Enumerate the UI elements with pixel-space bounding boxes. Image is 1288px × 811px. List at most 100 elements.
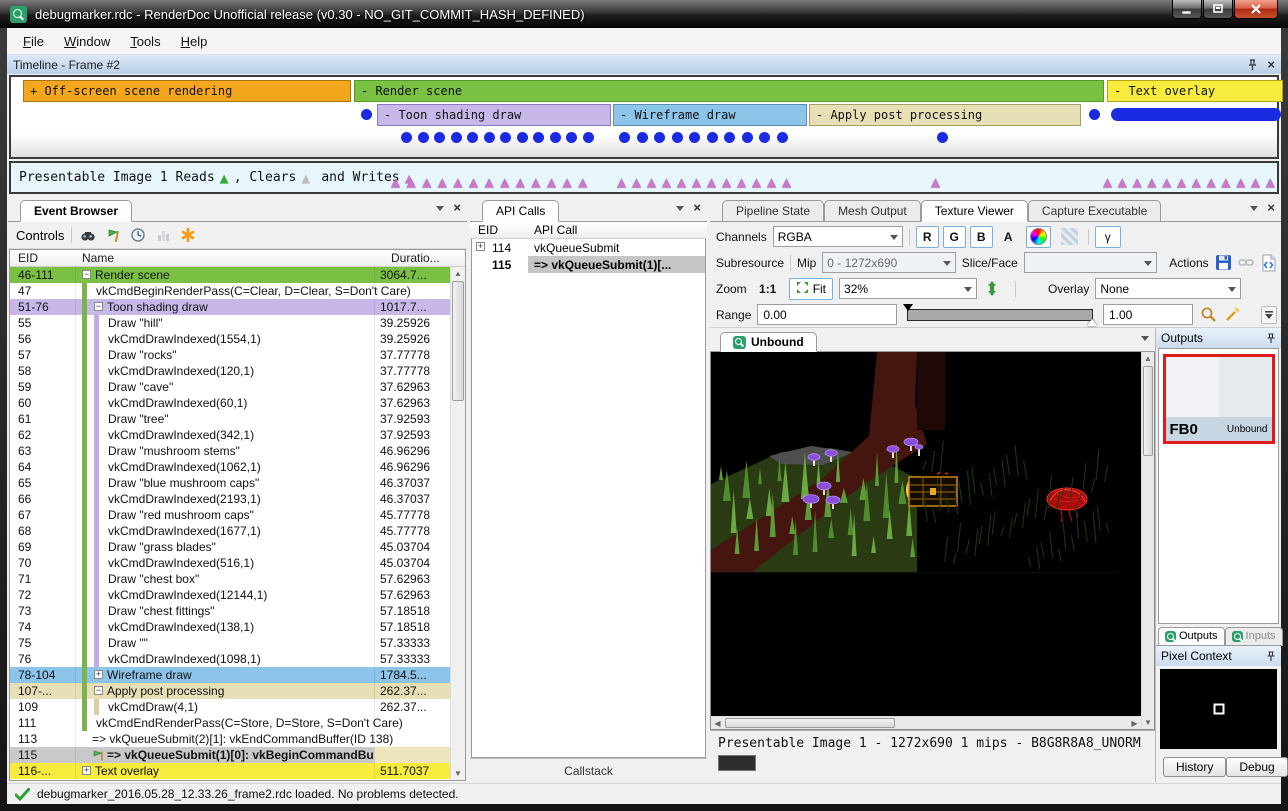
table-row[interactable]: 58vkCmdDrawIndexed(120,1)37.77778 — [10, 363, 450, 379]
table-row[interactable]: 69Draw "grass blades"45.03704 — [10, 539, 450, 555]
channel-g-toggle[interactable]: G — [943, 226, 966, 248]
timeline-bar[interactable]: - Text overlay — [1107, 80, 1283, 102]
table-row[interactable]: 76vkCmdDrawIndexed(1098,1)57.33333 — [10, 651, 450, 667]
channel-a-toggle[interactable]: A — [997, 226, 1020, 248]
find-icon[interactable] — [79, 226, 97, 244]
overlay-select[interactable]: None — [1095, 278, 1241, 299]
close-icon[interactable]: × — [1267, 203, 1275, 213]
event-browser-scrollbar[interactable]: ▲ ▼ — [450, 267, 465, 780]
menu-file[interactable]: File — [13, 31, 54, 52]
table-row[interactable]: 66vkCmdDrawIndexed(2193,1)46.37037 — [10, 491, 450, 507]
pin-icon[interactable] — [1266, 651, 1276, 662]
star-icon[interactable] — [179, 226, 197, 244]
stats-icon[interactable] — [154, 226, 172, 244]
table-row[interactable]: 63Draw "mushroom stems"46.96296 — [10, 443, 450, 459]
scrollbar-thumb[interactable] — [725, 718, 895, 728]
texture-hscroll[interactable]: ◀ ▶ — [711, 716, 1141, 729]
table-row[interactable]: 78-104+Wireframe draw1784.5... — [10, 667, 450, 683]
range-max-field[interactable]: 1.00 — [1103, 304, 1193, 325]
fb0-thumbnail[interactable]: FB0 Unbound — [1163, 354, 1275, 444]
channels-select[interactable]: RGBA — [773, 226, 903, 247]
chevron-down-icon[interactable] — [436, 206, 444, 211]
checkerboard-toggle[interactable] — [1057, 226, 1082, 248]
tab-texture-viewer[interactable]: Texture Viewer — [921, 200, 1028, 222]
table-row[interactable]: 111vkCmdEndRenderPass(C=Store, D=Store, … — [10, 715, 450, 731]
tab-api-calls[interactable]: API Calls — [482, 200, 559, 222]
gamma-toggle[interactable]: γ — [1095, 226, 1121, 248]
range-min-field[interactable]: 0.00 — [757, 304, 897, 325]
channel-b-toggle[interactable]: B — [970, 226, 993, 248]
expand-toggle[interactable]: + — [94, 670, 103, 679]
timeline-bar[interactable]: - Toon shading draw — [377, 104, 611, 126]
range-max-handle[interactable] — [1087, 319, 1097, 326]
table-row[interactable]: 64vkCmdDrawIndexed(1062,1)46.96296 — [10, 459, 450, 475]
tab-outputs[interactable]: Outputs — [1158, 627, 1225, 645]
table-row[interactable]: 51-76−Toon shading draw1017.7... — [10, 299, 450, 315]
table-row[interactable]: 65Draw "blue mushroom caps"46.37037 — [10, 475, 450, 491]
table-row[interactable]: 115=> vkQueueSubmit(1)[0]: vkBeginComman… — [10, 747, 450, 763]
scrollbar-thumb[interactable] — [452, 281, 464, 401]
clock-icon[interactable] — [129, 226, 147, 244]
table-row[interactable]: 59Draw "cave"37.62963 — [10, 379, 450, 395]
table-row[interactable]: 56vkCmdDrawIndexed(1554,1)39.25926 — [10, 331, 450, 347]
table-row[interactable]: 70vkCmdDrawIndexed(516,1)45.03704 — [10, 555, 450, 571]
table-row[interactable]: 75Draw ""57.33333 — [10, 635, 450, 651]
table-row[interactable]: 67Draw "red mushroom caps"45.77778 — [10, 507, 450, 523]
timeline-bar[interactable]: - Wireframe draw — [613, 104, 807, 126]
magnifier-icon[interactable] — [1199, 306, 1217, 324]
mip-select[interactable]: 0 - 1272x690 — [822, 252, 955, 273]
table-row[interactable]: 73Draw "chest fittings"57.18518 — [10, 603, 450, 619]
code-icon[interactable] — [1261, 254, 1277, 272]
zoom-select[interactable]: 32% — [839, 278, 977, 299]
pin-icon[interactable] — [1247, 59, 1258, 71]
table-row[interactable]: 62vkCmdDrawIndexed(342,1)37.92593 — [10, 427, 450, 443]
table-row[interactable]: 47vkCmdBeginRenderPass(C=Clear, D=Clear,… — [10, 283, 450, 299]
chevron-down-icon[interactable] — [676, 206, 684, 211]
expand-toggle[interactable]: + — [476, 242, 485, 251]
close-icon[interactable]: × — [693, 203, 701, 213]
bookmark-flag-icon[interactable] — [104, 226, 122, 244]
table-row[interactable]: 115=> vkQueueSubmit(1)[... — [472, 256, 705, 273]
tab-inputs[interactable]: Inputs — [1225, 627, 1283, 646]
range-slider[interactable] — [907, 308, 1093, 322]
toolbar-overflow-button[interactable] — [1261, 306, 1277, 324]
flip-vertical-icon[interactable] — [983, 280, 1001, 298]
range-min-handle[interactable] — [903, 304, 913, 311]
menu-tools[interactable]: Tools — [120, 31, 170, 52]
table-row[interactable]: 114+vkQueueSubmit — [472, 239, 705, 256]
channel-r-toggle[interactable]: R — [916, 226, 939, 248]
history-button[interactable]: History — [1163, 757, 1226, 777]
menu-window[interactable]: Window — [54, 31, 120, 52]
table-row[interactable]: 46-111−Render scene3064.7... — [10, 267, 450, 283]
menu-help[interactable]: Help — [171, 31, 218, 52]
table-row[interactable]: 107-...−Apply post processing262.37... — [10, 683, 450, 699]
close-icon[interactable]: × — [453, 203, 461, 213]
timeline-bar[interactable]: - Render scene — [354, 80, 1104, 102]
collapse-toggle[interactable]: − — [82, 270, 91, 279]
table-row[interactable]: 109vkCmdDraw(4,1)262.37... — [10, 699, 450, 715]
collapse-toggle[interactable]: − — [94, 302, 103, 311]
table-row[interactable]: 60vkCmdDrawIndexed(60,1)37.62963 — [10, 395, 450, 411]
table-row[interactable]: 61Draw "tree"37.92593 — [10, 411, 450, 427]
chevron-down-icon[interactable] — [1141, 336, 1149, 341]
tab-mesh-output[interactable]: Mesh Output — [824, 200, 921, 222]
expand-toggle[interactable]: + — [82, 766, 91, 775]
tab-capture-executable[interactable]: Capture Executable — [1028, 200, 1161, 222]
close-icon[interactable]: × — [1267, 60, 1275, 70]
table-row[interactable]: 57Draw "rocks"37.77778 — [10, 347, 450, 363]
table-row[interactable]: 113=> vkQueueSubmit(2)[1]: vkEndCommandB… — [10, 731, 450, 747]
table-row[interactable]: 68vkCmdDrawIndexed(1677,1)45.77778 — [10, 523, 450, 539]
debug-button[interactable]: Debug — [1226, 757, 1287, 777]
sliceface-select[interactable] — [1024, 252, 1157, 273]
pin-icon[interactable] — [1266, 333, 1276, 344]
colorwheel-toggle[interactable] — [1026, 226, 1051, 248]
tab-unbound-texture[interactable]: Unbound — [720, 332, 817, 352]
wand-icon[interactable] — [1223, 306, 1241, 324]
minimize-button[interactable] — [1172, 0, 1202, 19]
tab-pipeline-state[interactable]: Pipeline State — [722, 200, 824, 222]
table-row[interactable]: 72vkCmdDrawIndexed(12144,1)57.62963 — [10, 587, 450, 603]
table-row[interactable]: 71Draw "chest box"57.62963 — [10, 571, 450, 587]
collapse-toggle[interactable]: − — [94, 686, 103, 695]
close-button[interactable] — [1234, 0, 1278, 19]
table-row[interactable]: 116-...+Text overlay511.7037 — [10, 763, 450, 779]
